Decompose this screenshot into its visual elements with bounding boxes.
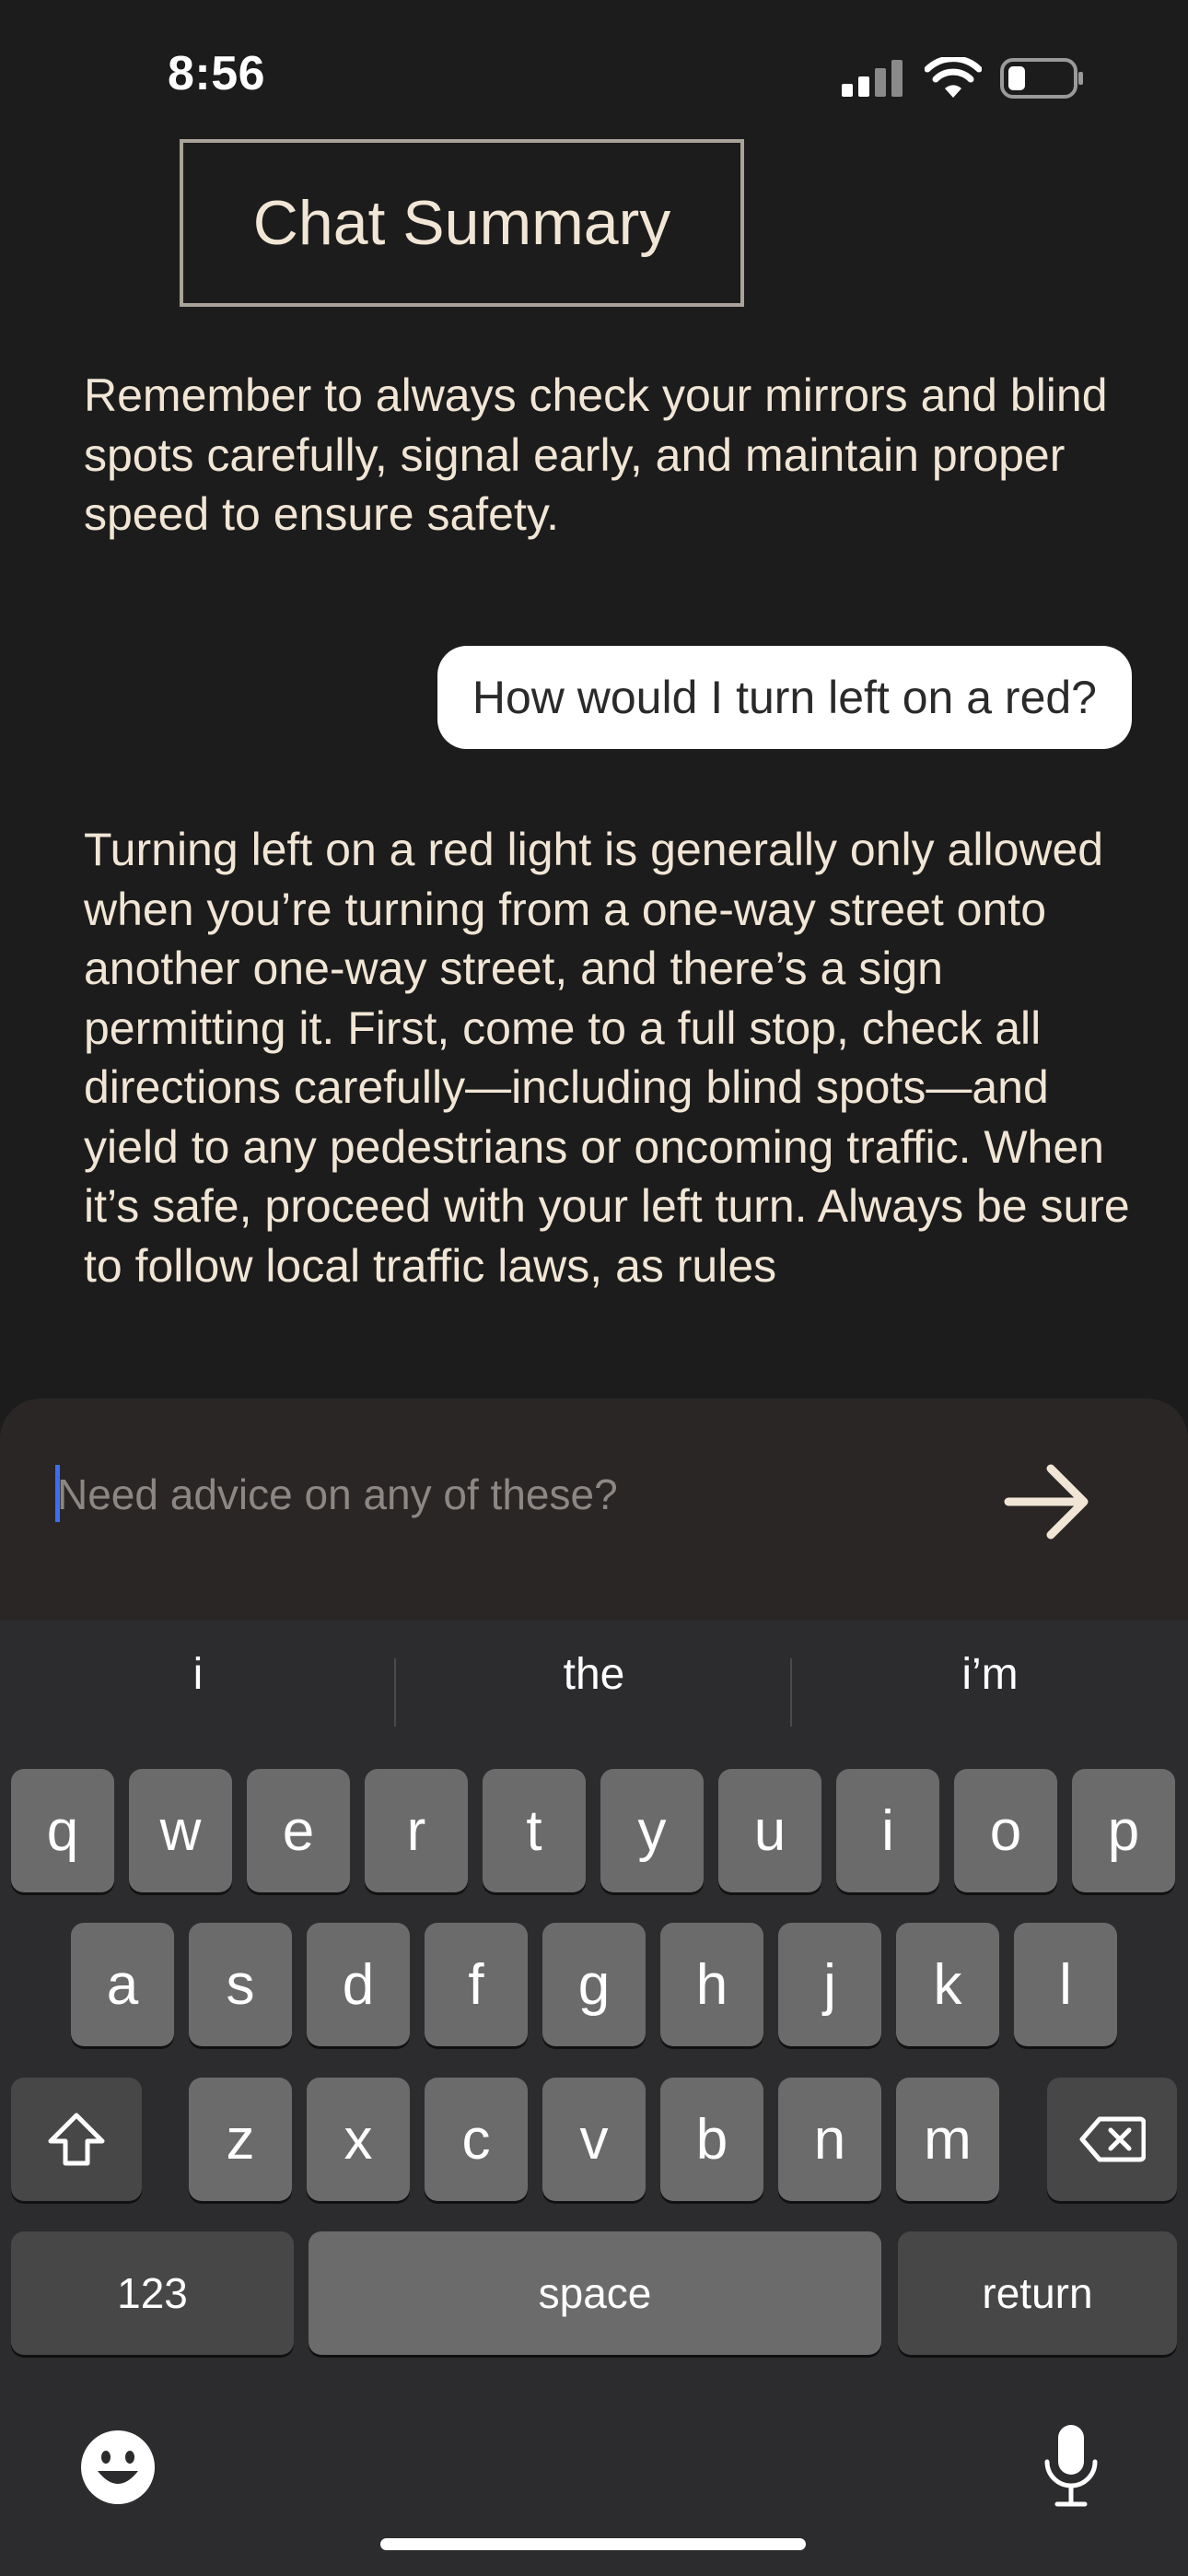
key-o[interactable]: o (954, 1769, 1057, 1892)
space-key[interactable]: space (309, 2231, 881, 2355)
key-r[interactable]: r (365, 1769, 468, 1892)
microphone-button[interactable] (1041, 2421, 1101, 2510)
chat-screen: 8:56 Chat Summary Remember to always che… (0, 0, 1188, 2576)
key-m[interactable]: m (896, 2078, 999, 2201)
key-b[interactable]: b (660, 2078, 763, 2201)
numbers-key[interactable]: 123 (11, 2231, 294, 2355)
key-x[interactable]: x (307, 2078, 410, 2201)
key-t[interactable]: t (483, 1769, 586, 1892)
wifi-icon (925, 57, 982, 98)
battery-icon (1000, 58, 1083, 99)
key-n[interactable]: n (778, 2078, 881, 2201)
shift-key[interactable] (11, 2078, 142, 2201)
key-g[interactable]: g (542, 1923, 646, 2046)
delete-key[interactable] (1047, 2078, 1177, 2201)
microphone-icon (1044, 2425, 1098, 2507)
key-h[interactable]: h (660, 1923, 763, 2046)
key-i[interactable]: i (836, 1769, 939, 1892)
key-p[interactable]: p (1072, 1769, 1175, 1892)
emoji-icon (81, 2430, 155, 2504)
key-e[interactable]: e (247, 1769, 350, 1892)
chat-summary-button[interactable]: Chat Summary (180, 139, 744, 307)
key-f[interactable]: f (425, 1923, 528, 2046)
status-time: 8:56 (168, 47, 266, 100)
key-q[interactable]: q (11, 1769, 114, 1892)
send-button[interactable] (996, 1456, 1098, 1548)
user-message-bubble: How would I turn left on a red? (437, 646, 1132, 749)
key-c[interactable]: c (425, 2078, 528, 2201)
key-y[interactable]: y (600, 1769, 704, 1892)
home-indicator[interactable] (380, 2538, 806, 2550)
suggestion-item[interactable]: the (396, 1620, 792, 1728)
suggestion-item[interactable]: i (0, 1620, 396, 1728)
message-input[interactable]: Need advice on any of these? (57, 1469, 618, 1519)
status-icons (840, 57, 1085, 100)
key-v[interactable]: v (542, 2078, 646, 2201)
arrow-right-icon (1004, 1464, 1089, 1540)
key-j[interactable]: j (778, 1923, 881, 2046)
return-key[interactable]: return (898, 2231, 1177, 2355)
key-k[interactable]: k (896, 1923, 999, 2046)
assistant-message: Turning left on a red light is generally… (84, 824, 1130, 1292)
key-a[interactable]: a (71, 1923, 174, 2046)
shift-icon (48, 2113, 105, 2166)
key-d[interactable]: d (307, 1923, 410, 2046)
emoji-button[interactable] (79, 2429, 157, 2506)
key-u[interactable]: u (718, 1769, 821, 1892)
cellular-signal-icon (842, 60, 903, 97)
key-s[interactable]: s (189, 1923, 292, 2046)
assistant-message: Remember to always check your mirrors an… (84, 369, 1108, 540)
delete-icon (1079, 2116, 1146, 2162)
suggestion-item[interactable]: i’m (792, 1620, 1188, 1728)
key-w[interactable]: w (129, 1769, 232, 1892)
text-caret (55, 1465, 60, 1522)
key-z[interactable]: z (189, 2078, 292, 2201)
key-l[interactable]: l (1014, 1923, 1117, 2046)
